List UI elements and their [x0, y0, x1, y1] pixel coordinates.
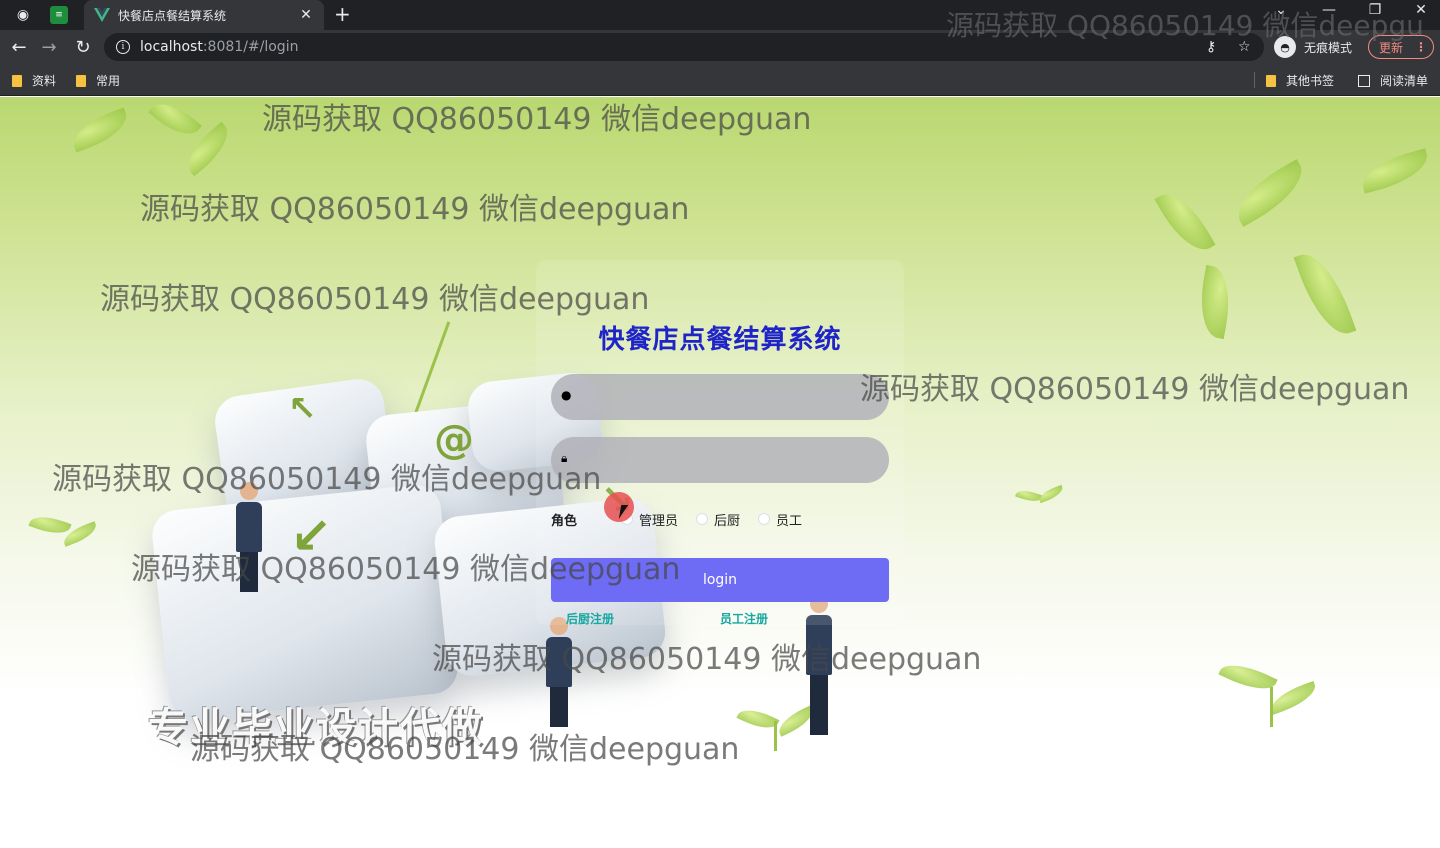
watermark-text: 源码获取 QQ86050149 微信deepguan	[860, 372, 1410, 407]
username-field[interactable]: ●	[551, 374, 889, 420]
leaf-decoration	[1194, 264, 1236, 340]
bookmark-label: 其他书签	[1286, 74, 1335, 88]
role-option-label: 员工	[776, 513, 803, 529]
bookmark-folder-1[interactable]: 常用	[76, 72, 120, 89]
watermark-text: 源码获取 QQ86050149 微信deepguan	[190, 732, 740, 767]
leaf-decoration	[1293, 245, 1357, 343]
reading-list[interactable]: 阅读清单	[1358, 72, 1428, 89]
sprout-leaf	[28, 510, 72, 540]
system-title: 快餐店点餐结算系统	[598, 325, 842, 355]
sprout-stem	[774, 721, 777, 751]
bookmark-folder-0[interactable]: 资料	[12, 72, 56, 89]
role-label: 角色	[551, 513, 578, 529]
site-info-icon[interactable]: i	[116, 40, 130, 54]
pinned-tab-icon[interactable]: ≡	[50, 6, 68, 24]
role-option-label: 后厨	[714, 513, 741, 529]
login-page: ↖ @ ↙ ↘ 快餐店点餐结算系统 ● 🔒︎ 角色 管理员 后厨 员工	[0, 97, 1440, 848]
staff-register-link[interactable]: 员工注册	[720, 610, 768, 627]
leaf-decoration	[148, 97, 202, 145]
watermark-text: 源码获取 QQ86050149 微信deepguan	[140, 192, 690, 227]
password-input[interactable]	[581, 437, 871, 483]
watermark-text: 源码获取 QQ86050149 微信deepguan	[52, 462, 602, 497]
role-selector: 角色 管理员 后厨 员工	[551, 509, 820, 529]
sprout-stem	[1270, 687, 1273, 727]
user-icon: ●	[561, 388, 572, 402]
arrow-up-icon: ↖	[288, 389, 317, 429]
watermark-text: 源码获取 QQ86050149 微信deepguan	[100, 282, 650, 317]
leaf-decoration	[1357, 148, 1433, 194]
leaf-decoration	[1154, 184, 1216, 260]
kitchen-register-link[interactable]: 后厨注册	[566, 610, 614, 627]
sprout-leaf	[1266, 680, 1320, 716]
password-field[interactable]: 🔒︎	[551, 437, 889, 483]
watermark-text: 源码获取 QQ86050149 微信deepguan	[432, 642, 982, 677]
sprout-leaf	[1037, 484, 1065, 504]
reload-button[interactable]: ↻	[72, 36, 94, 58]
watermark-text: 源码获取 QQ86050149 微信deepguan	[131, 552, 681, 587]
back-button[interactable]: ←	[8, 36, 30, 58]
watermark-text: 源码获取 QQ86050149 微信deepguan	[262, 102, 812, 137]
role-radio-staff[interactable]: 员工	[758, 510, 802, 529]
watermark-text: 源码获取 QQ86050149 微信deepgu	[946, 9, 1424, 42]
role-radio-kitchen[interactable]: 后厨	[696, 510, 740, 529]
tab-close-icon[interactable]: ✕	[298, 7, 314, 23]
leaf-decoration	[67, 107, 133, 153]
sprout-leaf	[1218, 656, 1278, 698]
forward-button[interactable]: →	[38, 36, 60, 58]
bookmark-label: 常用	[96, 74, 121, 88]
url-path: :8081/#/login	[202, 39, 299, 55]
new-tab-button[interactable]: +	[334, 2, 351, 26]
vue-logo-icon	[94, 8, 110, 22]
tab-title: 快餐店点餐结算系统	[118, 8, 227, 23]
role-option-label: 管理员	[639, 513, 679, 529]
sprout-leaf	[1015, 486, 1043, 506]
leaf-decoration	[1227, 159, 1313, 227]
url-host: localhost	[140, 39, 203, 55]
bookmarks-bar: 资料 常用 其他书签 阅读清单	[0, 64, 1440, 96]
radio-icon[interactable]	[696, 513, 709, 525]
username-input[interactable]	[581, 374, 871, 420]
bookmark-label: 资料	[32, 74, 57, 88]
radio-icon[interactable]	[758, 513, 771, 525]
folder-icon	[76, 74, 86, 87]
other-bookmarks[interactable]: 其他书签	[1266, 72, 1334, 89]
reading-list-icon	[1358, 74, 1370, 87]
folder-icon	[1266, 74, 1276, 87]
bookmark-label: 阅读清单	[1380, 74, 1429, 88]
folder-icon	[12, 74, 22, 87]
tab-login[interactable]: 快餐店点餐结算系统 ✕	[84, 0, 324, 30]
browser-menu-icon[interactable]: ◉	[12, 4, 34, 26]
bookmark-divider	[1254, 72, 1255, 88]
